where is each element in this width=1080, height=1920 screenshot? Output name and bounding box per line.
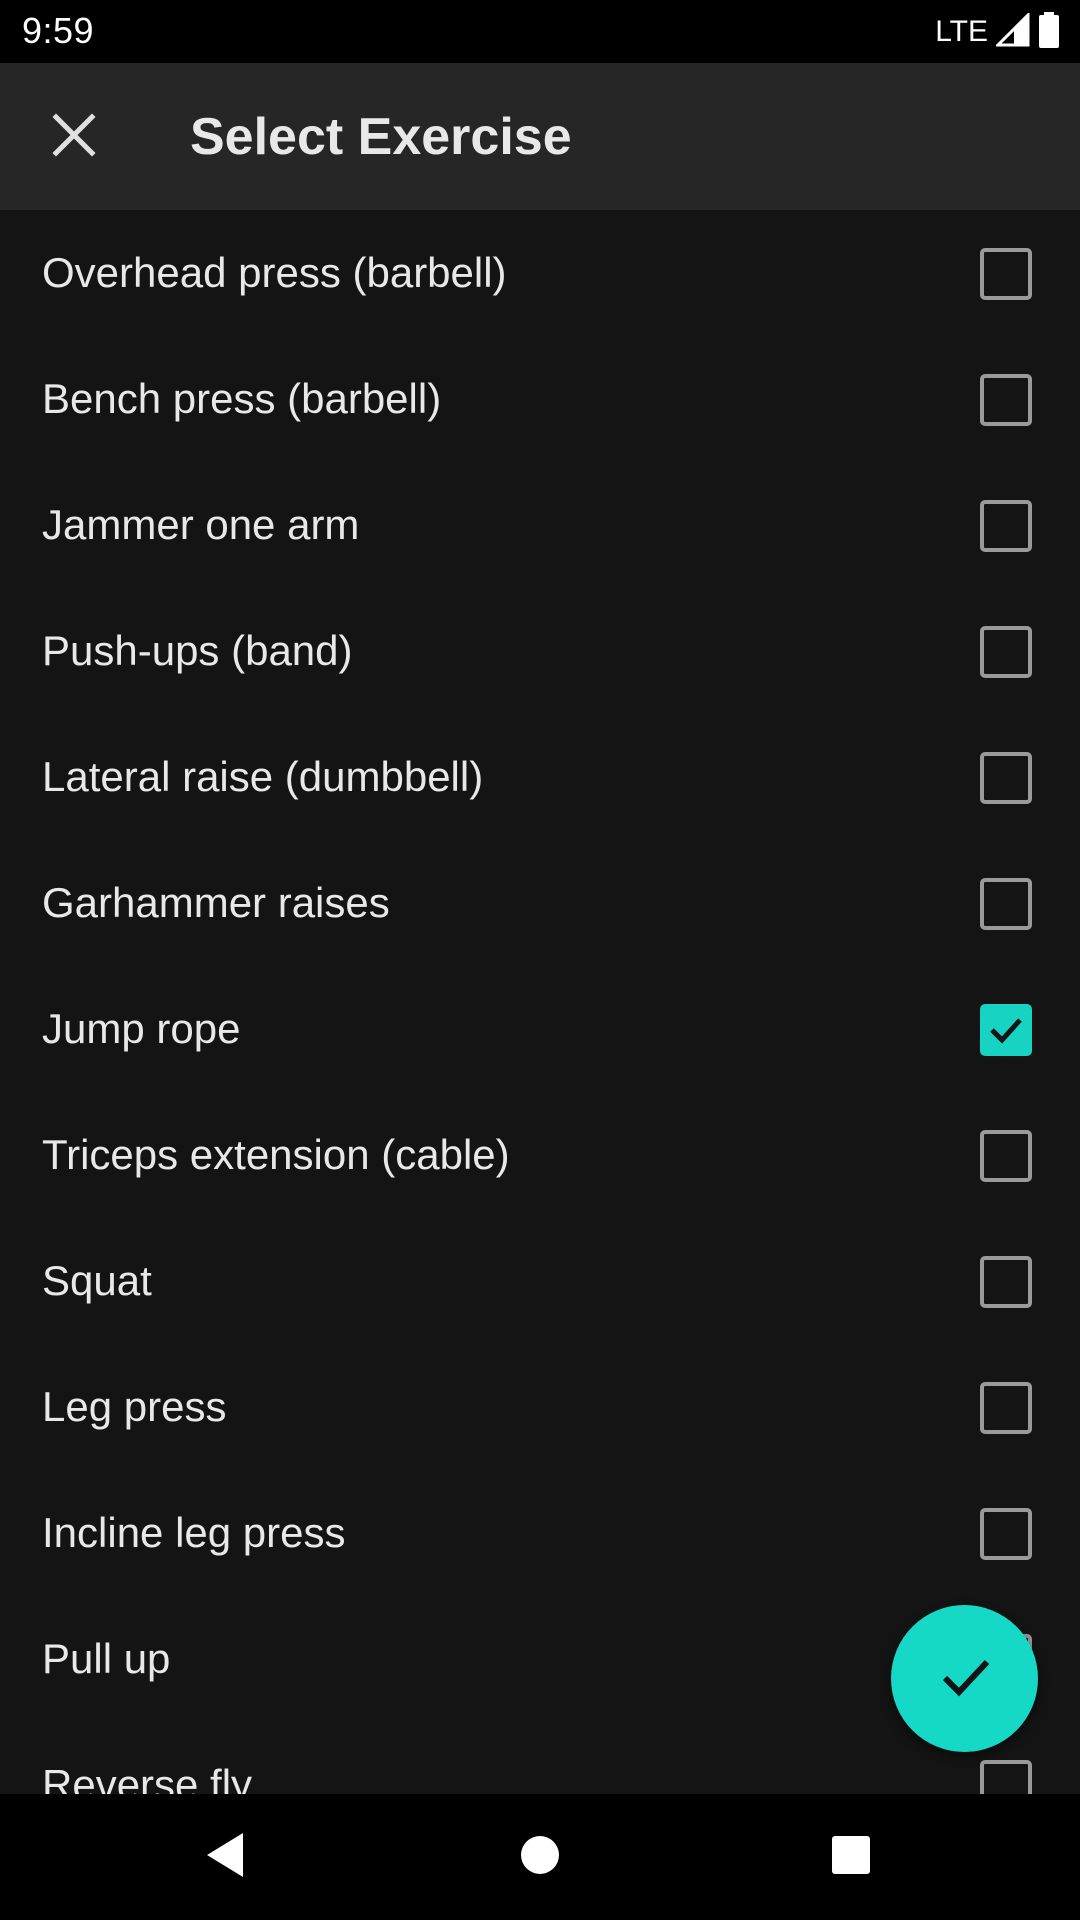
exercise-checkbox[interactable] (980, 374, 1032, 426)
exercise-label: Leg press (42, 1383, 227, 1430)
exercise-label: Jump rope (42, 1005, 241, 1052)
exercise-label: Lateral raise (dumbbell) (42, 753, 484, 800)
exercise-checkbox[interactable] (980, 752, 1032, 804)
status-time: 9:59 (22, 10, 95, 51)
status-icons: LTE (935, 10, 1060, 53)
exercise-label: Pull up (42, 1635, 171, 1682)
exercise-row[interactable]: Jump rope (0, 966, 1080, 1092)
exercise-checkbox[interactable] (980, 626, 1032, 678)
home-icon (520, 1835, 560, 1880)
close-icon (52, 112, 96, 162)
exercise-row[interactable]: Jammer one arm (0, 462, 1080, 588)
app-bar: Select Exercise (0, 63, 1080, 210)
signal-icon (994, 10, 1030, 52)
exercise-checkbox[interactable] (980, 878, 1032, 930)
exercise-label: Reverse fly (42, 1761, 253, 1794)
exercise-list[interactable]: Overhead press (barbell) Bench press (ba… (0, 210, 1080, 1794)
status-bar: 9:59 LTE (0, 0, 1080, 63)
page-title: Select Exercise (190, 108, 572, 166)
exercise-row[interactable]: Leg press (0, 1344, 1080, 1470)
checkmark-icon (990, 1018, 1022, 1044)
back-icon (203, 1831, 247, 1884)
confirm-fab-button[interactable] (891, 1605, 1038, 1752)
exercise-label: Garhammer raises (42, 879, 390, 926)
exercise-row[interactable]: Lateral raise (dumbbell) (0, 714, 1080, 840)
navigation-bar (0, 1794, 1080, 1920)
exercise-row[interactable]: Overhead press (barbell) (0, 210, 1080, 336)
battery-icon (1038, 11, 1060, 53)
exercise-checkbox[interactable] (980, 1382, 1032, 1434)
exercise-label: Overhead press (barbell) (42, 249, 507, 296)
exercise-checkbox[interactable] (980, 1760, 1032, 1794)
recents-icon (831, 1835, 871, 1880)
exercise-label: Bench press (barbell) (42, 375, 442, 422)
exercise-row[interactable]: Bench press (barbell) (0, 336, 1080, 462)
exercise-checkbox[interactable] (980, 500, 1032, 552)
exercise-row[interactable]: Triceps extension (cable) (0, 1092, 1080, 1218)
exercise-checkbox-checked[interactable] (980, 1004, 1032, 1056)
exercise-row[interactable]: Squat (0, 1218, 1080, 1344)
exercise-label: Push-ups (band) (42, 627, 353, 674)
exercise-checkbox[interactable] (980, 1256, 1032, 1308)
exercise-label: Triceps extension (cable) (42, 1131, 510, 1178)
recents-button[interactable] (818, 1824, 884, 1890)
network-type: LTE (935, 15, 988, 48)
exercise-label: Incline leg press (42, 1509, 346, 1556)
exercise-checkbox[interactable] (980, 1130, 1032, 1182)
home-button[interactable] (507, 1824, 573, 1890)
exercise-row[interactable]: Garhammer raises (0, 840, 1080, 966)
close-button[interactable] (40, 103, 108, 171)
exercise-row[interactable]: Incline leg press (0, 1470, 1080, 1596)
exercise-checkbox[interactable] (980, 1508, 1032, 1560)
exercise-checkbox[interactable] (980, 248, 1032, 300)
back-button[interactable] (192, 1824, 258, 1890)
exercise-label: Squat (42, 1257, 152, 1304)
exercise-row[interactable]: Push-ups (band) (0, 588, 1080, 714)
exercise-label: Jammer one arm (42, 501, 360, 548)
check-icon (937, 1648, 993, 1709)
